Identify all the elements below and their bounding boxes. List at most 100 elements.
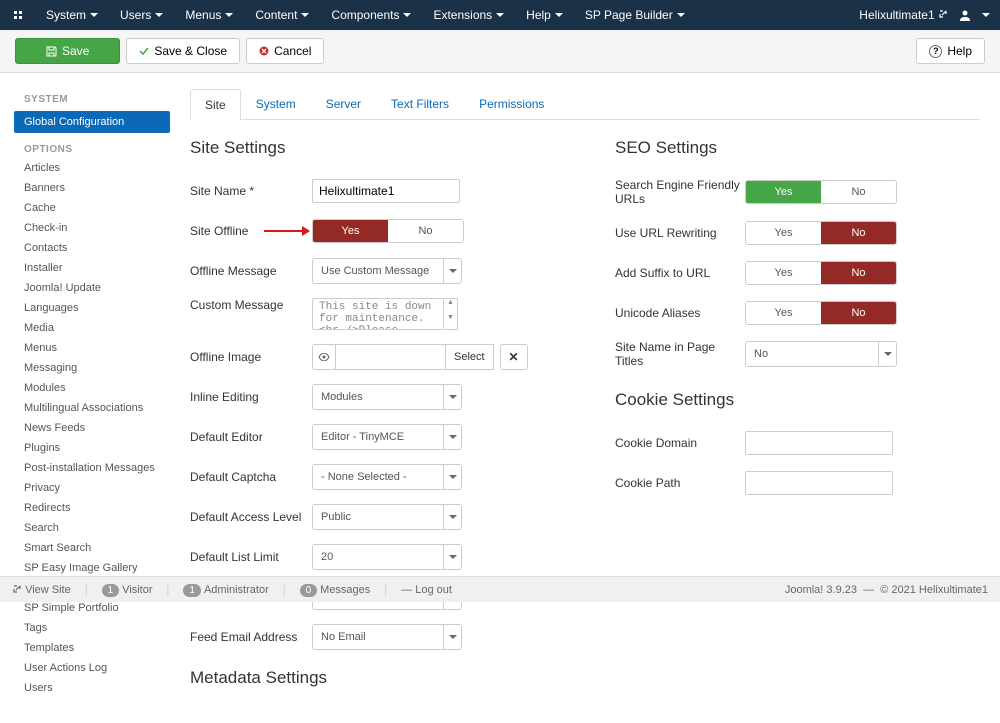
cookie-settings-heading: Cookie Settings — [615, 390, 980, 410]
sidebar-item[interactable]: Post-installation Messages — [14, 458, 170, 478]
sidebar-item[interactable]: SP Easy Image Gallery — [14, 558, 170, 578]
menu-extensions[interactable]: Extensions — [423, 1, 514, 29]
footer-visitors[interactable]: 1Visitor — [102, 584, 153, 596]
select-inline-editing[interactable]: Modules — [312, 384, 462, 410]
toggle-no[interactable]: No — [821, 181, 896, 203]
input-cookie-path[interactable] — [745, 471, 893, 495]
sidebar-item[interactable]: Installer — [14, 258, 170, 278]
save-icon — [46, 46, 57, 57]
label-default-access: Default Access Level — [190, 510, 312, 524]
sidebar-item[interactable]: Users — [14, 678, 170, 698]
input-site-name[interactable] — [312, 179, 460, 203]
sidebar-item[interactable]: Smart Search — [14, 538, 170, 558]
sidebar-item[interactable]: Menus — [14, 338, 170, 358]
footer-view-site[interactable]: View Site — [12, 584, 71, 596]
menu-system[interactable]: System — [36, 1, 108, 29]
menu-menus[interactable]: Menus — [175, 1, 243, 29]
label-suffix: Add Suffix to URL — [615, 266, 745, 280]
toggle-rewrite[interactable]: YesNo — [745, 221, 897, 245]
select-default-list[interactable]: 20 — [312, 544, 462, 570]
sidebar-item[interactable]: Articles — [14, 158, 170, 178]
tab-system[interactable]: System — [241, 88, 311, 119]
tab-server[interactable]: Server — [311, 88, 376, 119]
menu-help[interactable]: Help — [516, 1, 573, 29]
chevron-down-icon — [443, 545, 461, 569]
user-menu-caret[interactable] — [982, 13, 990, 17]
site-link[interactable]: Helixultimate1 — [859, 8, 948, 22]
toggle-suffix[interactable]: YesNo — [745, 261, 897, 285]
label-site-name: Site Name * — [190, 184, 312, 198]
sidebar-heading-options: OPTIONS — [14, 141, 170, 158]
cancel-button[interactable]: Cancel — [246, 38, 324, 64]
select-site-in-title[interactable]: No — [745, 341, 897, 367]
tab-site[interactable]: Site — [190, 89, 241, 120]
select-default-access[interactable]: Public — [312, 504, 462, 530]
sidebar-item[interactable]: Privacy — [14, 478, 170, 498]
sidebar-item[interactable]: Messaging — [14, 358, 170, 378]
footer-logout[interactable]: — Log out — [401, 584, 452, 596]
textarea-down-icon[interactable]: ▼ — [444, 314, 457, 329]
sidebar-item[interactable]: Tags — [14, 618, 170, 638]
footer: View Site | 1Visitor | 1Administrator | … — [0, 576, 1000, 602]
textarea-custom-message[interactable]: This site is down for maintenance.<br />… — [312, 298, 444, 330]
label-sef: Search Engine Friendly URLs — [615, 178, 745, 206]
chevron-down-icon — [443, 505, 461, 529]
sidebar-item[interactable]: Multilingual Associations — [14, 398, 170, 418]
toggle-yes[interactable]: Yes — [313, 220, 388, 242]
site-settings-col: Site Settings Site Name * Site Offline Y… — [190, 138, 555, 708]
sidebar-item[interactable]: Media — [14, 318, 170, 338]
preview-eye-icon[interactable] — [312, 344, 336, 370]
textarea-up-icon[interactable]: ▲ — [444, 299, 457, 314]
select-feed-email[interactable]: No Email — [312, 624, 462, 650]
sidebar-item[interactable]: Modules — [14, 378, 170, 398]
select-default-captcha[interactable]: - None Selected - — [312, 464, 462, 490]
select-offline-message[interactable]: Use Custom Message — [312, 258, 462, 284]
input-offline-image-path[interactable] — [336, 344, 446, 370]
clear-image-button[interactable]: ✕ — [500, 344, 528, 370]
toggle-yes[interactable]: Yes — [746, 262, 821, 284]
footer-version: Joomla! 3.9.23 — [785, 584, 857, 596]
sidebar-item[interactable]: Joomla! Update — [14, 278, 170, 298]
toggle-no[interactable]: No — [821, 262, 896, 284]
tab-permissions[interactable]: Permissions — [464, 88, 559, 119]
toggle-unicode[interactable]: YesNo — [745, 301, 897, 325]
sidebar-item[interactable]: Banners — [14, 178, 170, 198]
footer-admins[interactable]: 1Administrator — [183, 584, 268, 596]
sidebar-item[interactable]: Check-in — [14, 218, 170, 238]
sidebar-item[interactable]: Plugins — [14, 438, 170, 458]
menu-components[interactable]: Components — [321, 1, 421, 29]
input-cookie-domain[interactable] — [745, 431, 893, 455]
toggle-no[interactable]: No — [388, 220, 463, 242]
toggle-no[interactable]: No — [821, 222, 896, 244]
menu-users[interactable]: Users — [110, 1, 173, 29]
sidebar-item[interactable]: News Feeds — [14, 418, 170, 438]
sidebar-item[interactable]: Cache — [14, 198, 170, 218]
sidebar: SYSTEM Global Configuration OPTIONS Arti… — [0, 73, 170, 723]
toggle-yes[interactable]: Yes — [746, 302, 821, 324]
footer-messages[interactable]: 0Messages — [300, 584, 371, 596]
sidebar-item[interactable]: Search — [14, 518, 170, 538]
sidebar-item[interactable]: Redirects — [14, 498, 170, 518]
save-button[interactable]: Save — [15, 38, 120, 64]
toggle-yes[interactable]: Yes — [746, 222, 821, 244]
select-image-button[interactable]: Select — [446, 344, 494, 370]
user-icon[interactable] — [958, 8, 972, 22]
content: Site System Server Text Filters Permissi… — [170, 73, 1000, 723]
sidebar-item[interactable]: Templates — [14, 638, 170, 658]
toggle-yes[interactable]: Yes — [746, 181, 821, 203]
tab-text-filters[interactable]: Text Filters — [376, 88, 464, 119]
menu-content[interactable]: Content — [245, 1, 319, 29]
menu-sp-page-builder[interactable]: SP Page Builder — [575, 1, 695, 29]
select-default-editor[interactable]: Editor - TinyMCE — [312, 424, 462, 450]
save-close-button[interactable]: Save & Close — [126, 38, 240, 64]
sidebar-item[interactable]: Contacts — [14, 238, 170, 258]
footer-copyright: © 2021 Helixultimate1 — [880, 584, 988, 596]
toggle-no[interactable]: No — [821, 302, 896, 324]
toggle-site-offline[interactable]: Yes No — [312, 219, 464, 243]
sidebar-item[interactable]: Languages — [14, 298, 170, 318]
label-unicode: Unicode Aliases — [615, 306, 745, 320]
help-button[interactable]: ? Help — [916, 38, 985, 64]
sidebar-item-global-config[interactable]: Global Configuration — [14, 111, 170, 133]
toggle-sef[interactable]: YesNo — [745, 180, 897, 204]
sidebar-item[interactable]: User Actions Log — [14, 658, 170, 678]
